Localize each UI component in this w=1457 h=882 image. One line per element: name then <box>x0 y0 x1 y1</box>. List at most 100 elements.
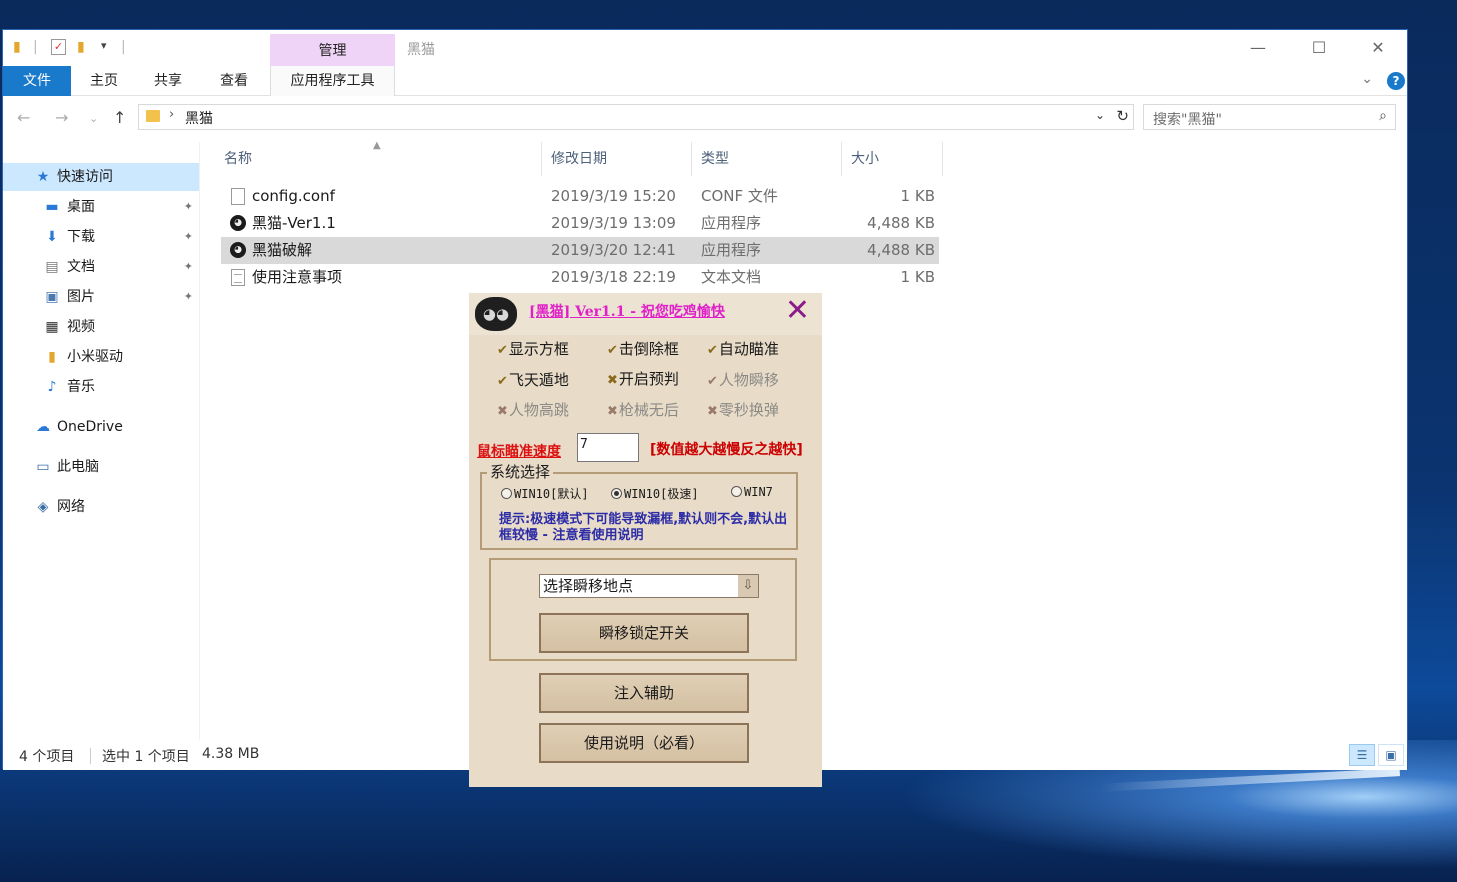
customize-quick-access-icon[interactable]: ▾ <box>101 39 107 52</box>
details-view-icon[interactable]: ☰ <box>1349 744 1375 766</box>
option-prediction[interactable]: ✖开启预判 <box>607 368 679 389</box>
sidebar-item-label: 下载 <box>67 229 95 245</box>
expand-ribbon-icon[interactable]: ⌄ <box>1361 71 1373 87</box>
column-header-date[interactable]: 修改日期 <box>551 142 607 176</box>
help-icon[interactable]: ? <box>1387 72 1405 90</box>
pin-icon[interactable]: ✦ <box>184 193 193 221</box>
column-header-name[interactable]: 名称 <box>224 142 252 176</box>
sidebar-item-onedrive[interactable]: ☁ OneDrive <box>3 413 199 441</box>
option-teleport[interactable]: ✔人物瞬移 <box>707 369 779 390</box>
system-select-title: 系统选择 <box>487 461 554 482</box>
tab-application-tools[interactable]: 应用程序工具 <box>270 66 395 96</box>
pane-divider[interactable] <box>199 142 200 742</box>
radio-win7[interactable]: WIN7 <box>731 485 773 499</box>
column-divider[interactable] <box>841 142 842 176</box>
sidebar-item-label: 快速访问 <box>57 169 113 185</box>
radio-win10-default[interactable]: WIN10[默认] <box>501 485 589 502</box>
radio-icon <box>501 488 512 499</box>
breadcrumb-segment[interactable]: 黑猫 <box>185 108 213 128</box>
option-auto-aim[interactable]: ✔自动瞄准 <box>707 338 779 359</box>
divider <box>90 748 91 764</box>
sidebar-item-pictures[interactable]: ▣ 图片 ✦ <box>3 283 199 311</box>
search-input[interactable]: 搜索"黑猫" ⌕ <box>1143 104 1396 130</box>
cross-icon: ✖ <box>497 404 508 419</box>
teleport-lock-button[interactable]: 瞬移锁定开关 <box>539 613 749 653</box>
pin-icon[interactable]: ✦ <box>184 223 193 251</box>
sidebar-item-label: 此电脑 <box>57 459 99 475</box>
up-arrow-icon[interactable]: ↑ <box>113 108 126 127</box>
chevron-down-icon[interactable]: ⇩ <box>738 575 758 597</box>
file-row-selected[interactable]: ◕ 黑猫破解 2019/3/20 12:41 应用程序 4,488 KB <box>221 237 939 264</box>
tab-share[interactable]: 共享 <box>147 66 189 96</box>
search-icon[interactable]: ⌕ <box>1379 108 1387 124</box>
file-size: 1 KB <box>900 268 935 286</box>
tab-file[interactable]: 文件 <box>3 66 71 96</box>
teleport-location-select[interactable]: 选择瞬移地点 ⇩ <box>539 574 759 598</box>
sidebar-item-network[interactable]: ◈ 网络 <box>3 493 199 521</box>
aim-speed-hint: [数值越大越慢反之越快] <box>650 442 803 458</box>
aim-speed-input[interactable]: 7 <box>577 433 639 462</box>
sidebar-item-xiaomi-driver[interactable]: ▮ 小米驱动 <box>3 343 199 371</box>
column-divider[interactable] <box>691 142 692 176</box>
sidebar-item-label: 桌面 <box>67 199 95 215</box>
forward-arrow-icon[interactable]: → <box>55 108 68 127</box>
file-type: 应用程序 <box>701 241 762 259</box>
close-button[interactable]: ✕ <box>1355 35 1401 61</box>
option-label: 自动瞄准 <box>718 340 779 358</box>
black-cat-tool-dialog: ◕◕ [黑猫] Ver1.1 - 祝您吃鸡愉快 ✕ ✔显示方框 ✔击倒除框 ✔自… <box>469 293 822 787</box>
file-row[interactable]: config.conf 2019/3/19 15:20 CONF 文件 1 KB <box>221 183 939 210</box>
option-knockdown-box[interactable]: ✔击倒除框 <box>607 338 679 359</box>
sidebar-item-this-pc[interactable]: ▭ 此电脑 <box>3 453 199 481</box>
tab-manage[interactable]: 管理 <box>270 34 395 66</box>
inject-button[interactable]: 注入辅助 <box>539 673 749 713</box>
option-fly[interactable]: ✔飞天遁地 <box>497 369 569 390</box>
new-folder-icon[interactable]: ▮ <box>77 39 85 55</box>
back-arrow-icon[interactable]: ← <box>17 108 30 127</box>
breadcrumb-chevron-icon[interactable]: › <box>169 107 174 122</box>
file-row[interactable]: 使用注意事项 2019/3/18 22:19 文本文档 1 KB <box>221 264 939 291</box>
option-high-jump[interactable]: ✖人物高跳 <box>497 399 569 420</box>
recent-locations-icon[interactable]: ⌄ <box>89 112 98 125</box>
address-bar[interactable]: › 黑猫 ⌄ ↻ <box>138 104 1134 130</box>
sidebar-item-desktop[interactable]: ▬ 桌面 ✦ <box>3 193 199 221</box>
file-date: 2019/3/20 12:41 <box>551 241 676 259</box>
minimize-button[interactable]: — <box>1235 35 1281 61</box>
option-instant-reload[interactable]: ✖零秒换弹 <box>707 399 779 420</box>
address-dropdown-icon[interactable]: ⌄ <box>1095 108 1105 122</box>
text-file-icon <box>231 269 245 286</box>
sidebar-item-label: 网络 <box>57 499 85 515</box>
column-divider[interactable] <box>942 142 943 176</box>
column-header-type[interactable]: 类型 <box>701 142 729 176</box>
tab-view[interactable]: 查看 <box>213 66 255 96</box>
sidebar-item-downloads[interactable]: ⬇ 下载 ✦ <box>3 223 199 251</box>
sort-ascending-icon: ▲ <box>373 140 381 151</box>
refresh-icon[interactable]: ↻ <box>1116 107 1129 125</box>
tab-home[interactable]: 主页 <box>83 66 125 96</box>
properties-icon[interactable]: ✓ <box>51 39 66 55</box>
sidebar-item-documents[interactable]: ▤ 文档 ✦ <box>3 253 199 281</box>
sidebar-item-label: 视频 <box>67 319 95 335</box>
option-label: 枪械无后 <box>618 401 679 419</box>
file-name: 黑猫破解 <box>252 241 313 259</box>
pin-icon[interactable]: ✦ <box>184 283 193 311</box>
cross-icon: ✖ <box>707 404 718 419</box>
large-icons-view-icon[interactable]: ▣ <box>1378 744 1404 766</box>
pin-icon[interactable]: ✦ <box>184 253 193 281</box>
column-divider[interactable] <box>541 142 542 176</box>
manual-button[interactable]: 使用说明（必看） <box>539 723 749 763</box>
radio-win10-fast[interactable]: WIN10[极速] <box>611 485 699 502</box>
sidebar-item-label: 图片 <box>67 289 95 305</box>
sidebar-item-quick-access[interactable]: ★ 快速访问 <box>3 163 199 191</box>
file-name: 使用注意事项 <box>252 268 343 286</box>
black-cat-app-icon: ◕ <box>230 242 246 258</box>
option-show-box[interactable]: ✔显示方框 <box>497 338 569 359</box>
sidebar-item-music[interactable]: ♪ 音乐 <box>3 373 199 401</box>
maximize-button[interactable]: ☐ <box>1296 35 1342 61</box>
sidebar-item-videos[interactable]: ▦ 视频 <box>3 313 199 341</box>
option-no-recoil[interactable]: ✖枪械无后 <box>607 399 679 420</box>
close-icon[interactable]: ✕ <box>785 293 810 329</box>
tool-title: [黑猫] Ver1.1 - 祝您吃鸡愉快 <box>529 304 725 320</box>
file-row[interactable]: ◕ 黑猫-Ver1.1 2019/3/19 13:09 应用程序 4,488 K… <box>221 210 939 237</box>
column-header-size[interactable]: 大小 <box>851 142 879 176</box>
cross-icon: ✖ <box>607 373 618 388</box>
